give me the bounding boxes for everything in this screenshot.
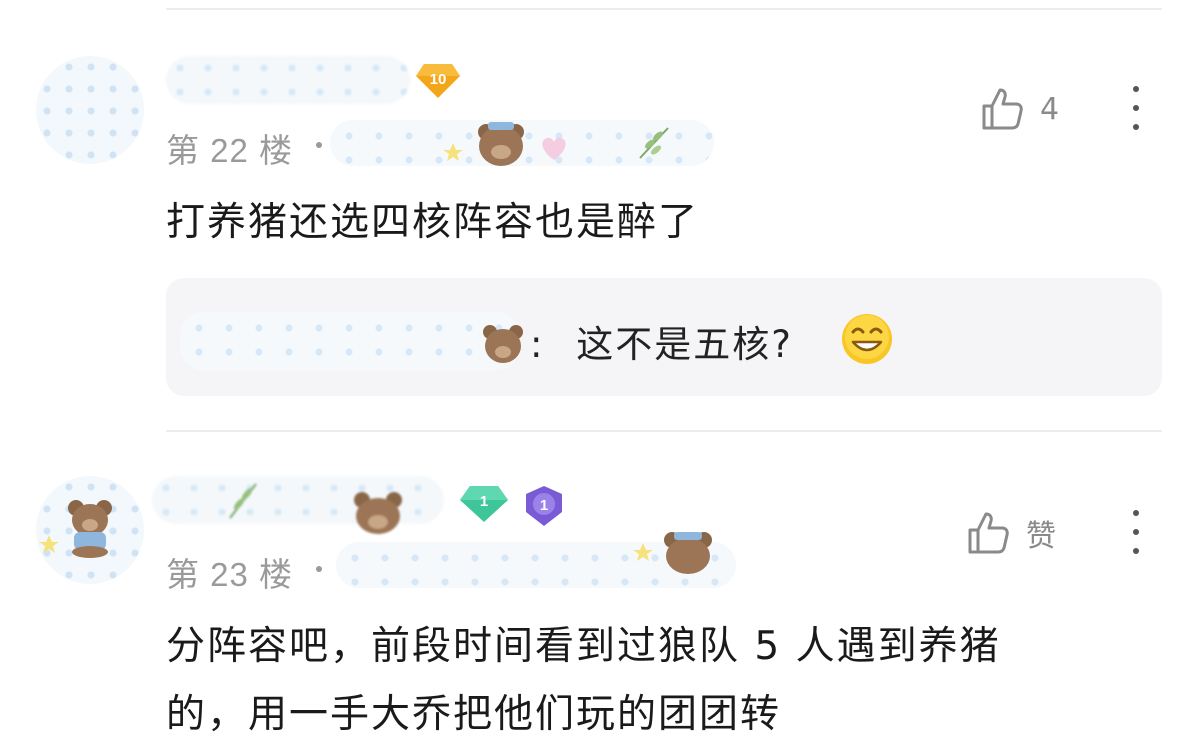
- level-badge-label: 10: [430, 71, 447, 88]
- star-sticker-icon: [633, 543, 653, 561]
- more-vertical-icon[interactable]: [1133, 510, 1139, 554]
- comment-list: 10 第 22 楼 4 打养猪还选四核阵容也是醉了: 这不是五核? 1 1 第…: [0, 0, 1200, 751]
- comment-text-line-1: 分阵容吧，前段时间看到过狼队 5 人遇到养猪: [166, 624, 1001, 669]
- star-sticker-icon: [443, 143, 463, 161]
- grin-emoji-icon: [842, 314, 892, 364]
- like-count: 4: [1040, 91, 1060, 127]
- username-blurred[interactable]: [152, 476, 444, 534]
- rank-badge-label: 1: [540, 497, 548, 514]
- avatar[interactable]: [36, 476, 144, 584]
- floor-number: 第 23 楼: [166, 556, 294, 593]
- top-divider: [166, 8, 1162, 10]
- floor-number: 第 22 楼: [166, 132, 294, 169]
- comment-text: 打养猪还选四核阵容也是醉了: [166, 200, 700, 245]
- like-button[interactable]: 4: [980, 86, 1059, 132]
- level-badge-icon: 10: [416, 64, 460, 98]
- comment-text-line-2: 的，用一手大乔把他们玩的团团转: [166, 692, 782, 737]
- reply-content: : 这不是五核?: [530, 314, 793, 368]
- heart-sticker-icon: [542, 137, 566, 160]
- like-button[interactable]: 赞: [966, 510, 1056, 556]
- leaf-sticker-icon: [229, 483, 257, 519]
- thumbs-up-icon: [968, 512, 1009, 554]
- bear-sticker-icon: [483, 325, 523, 363]
- rank-badge-icon: 1: [526, 486, 562, 526]
- reply-text: 这不是五核?: [576, 323, 793, 366]
- level-badge-icon: 1: [460, 486, 508, 522]
- star-sticker-icon: [39, 535, 59, 553]
- like-label: 赞: [1026, 519, 1056, 554]
- bear-avatar-icon: [68, 500, 112, 558]
- thumbs-up-icon: [982, 88, 1023, 130]
- username-blurred[interactable]: [166, 56, 410, 104]
- level-badge-label: 1: [480, 493, 488, 510]
- bear-sticker-icon: [664, 532, 712, 574]
- user-meta-blurred: [336, 532, 736, 588]
- bear-sticker-icon: [354, 492, 402, 534]
- bear-sticker-icon: [478, 122, 524, 166]
- separator-dot: [316, 142, 322, 148]
- comment-divider: [166, 430, 1162, 432]
- separator-dot: [316, 566, 322, 572]
- avatar[interactable]: [36, 56, 144, 164]
- user-meta-blurred: [330, 120, 714, 166]
- reply-username-blurred: [180, 312, 523, 370]
- leaf-sticker-icon: [639, 127, 669, 159]
- more-vertical-icon[interactable]: [1133, 86, 1139, 130]
- reply-separator: :: [530, 323, 545, 366]
